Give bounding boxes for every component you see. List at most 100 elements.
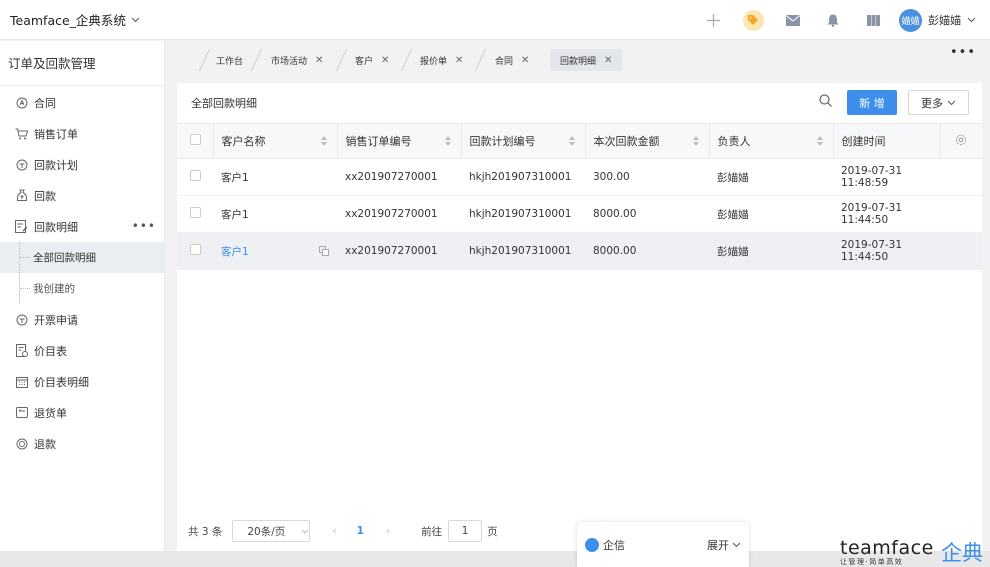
tab-divider <box>198 49 211 71</box>
sidebar-nav: 合同 销售订单 回款计划 回款 回款明细 ••• 全部回款明细 我创建的 开票申… <box>0 86 164 459</box>
panel-header: 全部回款明细 新 增 更多 <box>177 83 982 123</box>
next-page-icon[interactable]: › <box>386 525 390 537</box>
tab-marketing[interactable]: 市场活动 ✕ <box>271 49 323 71</box>
sidebar-item-payment-detail[interactable]: 回款明细 ••• <box>0 211 164 242</box>
more-tabs-icon[interactable]: ••• <box>950 45 976 60</box>
page-suffix: 页 <box>487 525 498 538</box>
mail-icon[interactable] <box>773 14 813 26</box>
tab-divider <box>250 49 263 71</box>
sidebar-item-sales-order[interactable]: 销售订单 <box>0 118 164 149</box>
sidebar-item-payment-plan[interactable]: 回款计划 <box>0 149 164 180</box>
chevron-down-icon <box>947 100 956 105</box>
column-header-owner[interactable]: 负责人 <box>709 123 834 159</box>
cart-icon <box>15 127 28 140</box>
tab-divider <box>474 49 487 71</box>
return-icon <box>15 406 28 419</box>
tab-label: 客户 <box>355 56 374 67</box>
close-icon[interactable]: ✕ <box>381 55 389 66</box>
tab-quotation[interactable]: 报价单 ✕ <box>420 49 463 71</box>
contract-icon <box>15 96 28 109</box>
select-all-checkbox[interactable] <box>190 134 201 145</box>
prev-page-icon[interactable]: ‹ <box>332 525 336 537</box>
gear-icon[interactable] <box>955 134 967 146</box>
page-title: 全部回款明细 <box>191 97 257 110</box>
column-header-order-number[interactable]: 销售订单编号 <box>337 123 462 159</box>
column-header-created-time[interactable]: 创建时间 <box>833 123 941 159</box>
close-icon[interactable]: ✕ <box>315 55 323 66</box>
row-checkbox[interactable] <box>190 244 201 255</box>
page-size-value: 20条/页 <box>247 525 286 538</box>
page-size-select[interactable]: 20条/页 <box>232 520 311 542</box>
cell-plan-number: hkjh201907310001 <box>461 158 585 196</box>
cell-owner: 彭媌媌 <box>709 232 833 270</box>
cell-order-number: xx201907270001 <box>337 232 461 270</box>
sidebar-item-invoice[interactable]: 开票申请 <box>0 304 164 335</box>
app-switcher[interactable]: Teamface_企典系统 <box>10 10 140 29</box>
brand-logo: teamface 企典 让管理·简单高效 <box>838 537 990 567</box>
sidebar-item-label: 销售订单 <box>34 127 78 141</box>
bell-icon[interactable] <box>813 14 853 27</box>
row-checkbox[interactable] <box>190 170 201 181</box>
search-icon[interactable] <box>819 94 832 110</box>
refund-icon <box>15 437 28 450</box>
close-icon[interactable]: ✕ <box>521 55 529 66</box>
more-button[interactable]: 更多 <box>908 90 969 115</box>
tab-contract[interactable]: 合同 ✕ <box>495 49 529 71</box>
cell-customer[interactable]: 客户1 <box>213 195 337 233</box>
avatar: 媌媌 <box>899 8 922 32</box>
sidebar-item-refund[interactable]: 退款 <box>0 428 164 459</box>
tag-icon <box>742 9 764 31</box>
table-row[interactable]: 客户1 xx201907270001 hkjh201907310001 8000… <box>177 232 982 270</box>
page-number-current[interactable]: 1 <box>357 525 364 537</box>
close-icon[interactable]: ✕ <box>455 55 463 66</box>
sidebar-item-price-list-detail[interactable]: 价目表明细 <box>0 366 164 397</box>
sidebar-subitem-all-payment-details[interactable]: 全部回款明细 <box>0 242 164 273</box>
tab-payment-detail[interactable]: 回款明细 ✕ <box>550 49 623 71</box>
close-icon[interactable]: ✕ <box>604 55 612 66</box>
book-icon[interactable] <box>853 14 893 26</box>
table-header-row: 客户名称 销售订单编号 回款计划编号 本次回款金额 负责人 创建时间 <box>177 123 982 159</box>
tag-button[interactable] <box>733 9 773 31</box>
table-row[interactable]: 客户1 xx201907270001 hkjh201907310001 300.… <box>177 158 982 196</box>
cell-amount: 8000.00 <box>585 232 709 270</box>
column-header-amount[interactable]: 本次回款金额 <box>585 123 710 159</box>
sidebar-item-label: 合同 <box>34 96 56 110</box>
row-checkbox[interactable] <box>190 207 201 218</box>
sidebar-item-payment[interactable]: 回款 <box>0 180 164 211</box>
chevron-down-icon <box>732 542 741 547</box>
cell-amount: 8000.00 <box>585 195 709 233</box>
tab-label: 工作台 <box>216 56 244 67</box>
cell-order-number: xx201907270001 <box>337 158 461 196</box>
customer-link[interactable]: 客户1 <box>221 246 249 258</box>
detail-icon <box>15 220 28 233</box>
price-list-icon <box>15 344 28 357</box>
sidebar-subitem-label: 我创建的 <box>33 283 75 295</box>
add-icon[interactable] <box>693 13 733 27</box>
data-table: 客户名称 销售订单编号 回款计划编号 本次回款金额 负责人 创建时间 客户1 x… <box>177 123 982 270</box>
tab-customer[interactable]: 客户 ✕ <box>355 49 389 71</box>
chat-label: 企信 <box>603 538 625 552</box>
table-row[interactable]: 客户1 xx201907270001 hkjh201907310001 8000… <box>177 195 982 233</box>
chat-expand-button[interactable]: 展开 <box>707 537 741 553</box>
tab-workbench[interactable]: 工作台 <box>216 49 243 71</box>
column-header-customer[interactable]: 客户名称 <box>213 123 338 159</box>
copy-icon[interactable] <box>319 246 329 259</box>
chat-widget[interactable]: 企信 展开 <box>577 522 749 567</box>
user-menu[interactable]: 媌媌 彭媌媌 <box>899 8 976 32</box>
sidebar-item-contract[interactable]: 合同 <box>0 87 164 118</box>
goto-page-input[interactable]: 1 <box>448 520 483 542</box>
column-header-plan-number[interactable]: 回款计划编号 <box>461 123 586 159</box>
cell-customer[interactable]: 客户1 <box>213 232 337 270</box>
more-button-label: 更多 <box>921 96 943 110</box>
cell-customer[interactable]: 客户1 <box>213 158 337 196</box>
cell-owner: 彭媌媌 <box>709 195 833 233</box>
sidebar-subitem-created-by-me[interactable]: 我创建的 <box>0 273 164 304</box>
more-options-icon[interactable]: ••• <box>132 219 156 233</box>
sidebar-item-return-order[interactable]: 退货单 <box>0 397 164 428</box>
invoice-icon <box>15 313 28 326</box>
main-panel: 全部回款明细 新 增 更多 客户名称 销售订单编号 回款计划编号 本次回款金额 … <box>177 83 982 551</box>
app-title: Teamface_企典系统 <box>10 13 126 28</box>
add-button[interactable]: 新 增 <box>847 90 897 115</box>
sidebar-item-price-list[interactable]: 价目表 <box>0 335 164 366</box>
cell-created-time: 2019-07-31 11:44:50 <box>833 232 940 270</box>
